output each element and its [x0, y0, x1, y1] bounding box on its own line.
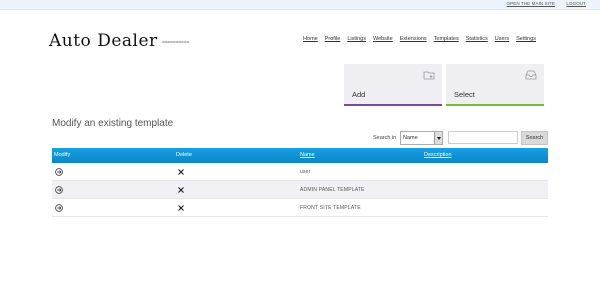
app-logo: Auto Dealer	[49, 31, 158, 51]
delete-x-icon[interactable]	[177, 168, 185, 176]
add-folder-icon	[423, 71, 435, 80]
modify-arrow-icon[interactable]	[55, 186, 63, 194]
delete-x-icon[interactable]	[177, 204, 185, 212]
search-field-select[interactable]: Name	[400, 131, 443, 145]
header-name-sort[interactable]: Name	[300, 152, 315, 158]
modify-arrow-icon[interactable]	[55, 168, 63, 176]
nav-extensions[interactable]: Extensions	[400, 36, 427, 42]
nav-settings[interactable]: Settings	[516, 36, 536, 42]
table-row: user	[52, 163, 548, 181]
modify-arrow-icon[interactable]	[55, 204, 63, 212]
table-row: ADMIN PANEL TEMPLATE	[52, 181, 548, 199]
page-title: Modify an existing template	[52, 118, 174, 129]
delete-x-icon[interactable]	[177, 186, 185, 194]
select-tile-label: Select	[454, 90, 475, 99]
search-field-value: Name	[403, 135, 418, 141]
open-main-site-link[interactable]: OPEN THE MAIN SITE	[507, 1, 555, 6]
search-input[interactable]	[448, 131, 518, 144]
template-name: FRONT SITE TEMPLATE	[300, 205, 361, 211]
add-tile[interactable]: Add	[344, 64, 442, 106]
nav-listings[interactable]: Listings	[347, 36, 366, 42]
inbox-icon	[525, 70, 537, 80]
nav-templates[interactable]: Templates	[434, 36, 459, 42]
add-tile-accent	[344, 104, 442, 106]
search-in-label: Search in	[373, 135, 397, 141]
template-name: user	[300, 169, 311, 175]
nav-profile[interactable]: Profile	[325, 36, 341, 42]
table-header: Modify Delete Name Description	[52, 148, 548, 163]
chevron-down-icon[interactable]	[434, 132, 442, 144]
select-tile[interactable]: Select	[446, 64, 544, 106]
logout-link[interactable]: LOGOUT	[566, 1, 586, 6]
header-modify: Modify	[54, 152, 71, 158]
main-nav: Home Profile Listings Website Extensions…	[303, 36, 536, 42]
add-tile-label: Add	[352, 90, 366, 99]
table-row: FRONT SITE TEMPLATE	[52, 199, 548, 217]
top-links: OPEN THE MAIN SITE LOGOUT	[497, 1, 586, 6]
logo-subtitle: ==========	[162, 40, 190, 46]
nav-home[interactable]: Home	[303, 36, 318, 42]
nav-statistics[interactable]: Statistics	[466, 36, 488, 42]
nav-users[interactable]: Users	[495, 36, 509, 42]
header-delete: Delete	[176, 152, 192, 158]
header-description-sort[interactable]: Description	[424, 152, 452, 158]
search-button[interactable]: Search	[521, 131, 548, 145]
select-tile-accent	[446, 104, 544, 106]
nav-website[interactable]: Website	[373, 36, 393, 42]
top-bar: OPEN THE MAIN SITE LOGOUT	[0, 0, 600, 10]
template-name: ADMIN PANEL TEMPLATE	[300, 187, 365, 193]
templates-table: Modify Delete Name Description user ADMI…	[52, 148, 548, 217]
